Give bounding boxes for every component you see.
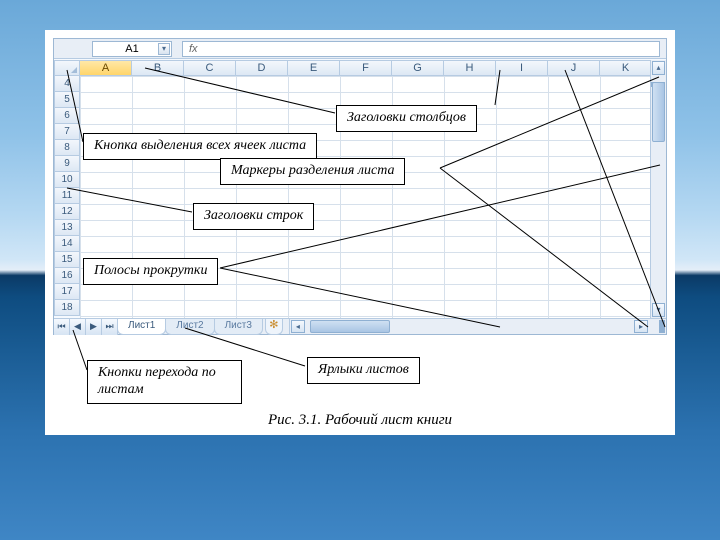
horizontal-scrollbar[interactable]: ◂ ▸ [289, 319, 666, 334]
nav-prev-icon[interactable]: ◀ [70, 319, 86, 335]
row-header[interactable]: 7 [54, 124, 80, 140]
row-header[interactable]: 13 [54, 220, 80, 236]
sheet-nav-buttons: ⏮ ◀ ▶ ⏭ [54, 319, 118, 334]
nav-next-icon[interactable]: ▶ [86, 319, 102, 335]
sheet-tab[interactable]: Лист3 [214, 319, 263, 335]
callout-column-headers: Заголовки столбцов [336, 105, 477, 132]
formula-bar-row: A1 ▾ fx [54, 39, 666, 59]
diagram-page: A1 ▾ fx A B C D E F G H I J K [45, 30, 675, 435]
nav-last-icon[interactable]: ⏭ [102, 319, 118, 335]
scroll-down-icon[interactable]: ▾ [652, 303, 665, 317]
column-header[interactable]: K [600, 60, 652, 76]
nav-first-icon[interactable]: ⏮ [54, 319, 70, 335]
chevron-down-icon[interactable]: ▾ [158, 43, 170, 55]
callout-nav-buttons: Кнопки перехода по листам [87, 360, 242, 404]
name-box-value: A1 [125, 43, 138, 55]
name-box[interactable]: A1 ▾ [92, 41, 172, 57]
row-header[interactable]: 14 [54, 236, 80, 252]
row-header[interactable]: 18 [54, 300, 80, 316]
row-header[interactable]: 12 [54, 204, 80, 220]
column-header[interactable]: D [236, 60, 288, 76]
column-header-row: A B C D E F G H I J K [54, 60, 666, 76]
column-header[interactable]: F [340, 60, 392, 76]
column-header[interactable]: H [444, 60, 496, 76]
bottom-bar: ⏮ ◀ ▶ ⏭ Лист1 Лист2 Лист3 ✻ ◂ ▸ [54, 318, 666, 334]
figure-caption: Рис. 3.1. Рабочий лист книги [45, 412, 675, 429]
scroll-up-icon[interactable]: ▴ [652, 61, 665, 75]
spreadsheet-window: A1 ▾ fx A B C D E F G H I J K [53, 38, 667, 335]
callout-sheet-tabs: Ярлыки листов [307, 357, 420, 384]
callout-split-markers: Маркеры разделения листа [220, 158, 405, 185]
split-marker-horizontal[interactable] [659, 320, 665, 333]
row-header[interactable]: 4 [54, 76, 80, 92]
insert-sheet-icon[interactable]: ✻ [265, 319, 283, 335]
column-header[interactable]: E [288, 60, 340, 76]
row-header[interactable]: 11 [54, 188, 80, 204]
scroll-right-icon[interactable]: ▸ [634, 320, 648, 333]
column-header[interactable]: A [80, 60, 132, 76]
row-header[interactable]: 6 [54, 108, 80, 124]
sheet-tab-active[interactable]: Лист1 [117, 319, 166, 335]
callout-select-all: Кнопка выделения всех ячеек листа [83, 133, 317, 160]
row-header[interactable]: 15 [54, 252, 80, 268]
row-header[interactable]: 9 [54, 156, 80, 172]
row-header[interactable]: 5 [54, 92, 80, 108]
column-header[interactable]: C [184, 60, 236, 76]
row-header[interactable]: 8 [54, 140, 80, 156]
select-all-button[interactable] [54, 60, 80, 76]
column-header[interactable]: G [392, 60, 444, 76]
row-header-column: 4 5 6 7 8 9 10 11 12 13 14 15 16 17 18 [54, 76, 80, 318]
fx-icon[interactable]: fx [183, 43, 204, 55]
row-header[interactable]: 10 [54, 172, 80, 188]
vscroll-thumb[interactable] [652, 82, 665, 142]
vertical-scrollbar[interactable]: ▴ ▾ [650, 60, 666, 318]
callout-scrollbars: Полосы прокрутки [83, 258, 218, 285]
hscroll-thumb[interactable] [310, 320, 390, 333]
sheet-tab[interactable]: Лист2 [165, 319, 214, 335]
row-header[interactable]: 16 [54, 268, 80, 284]
scroll-left-icon[interactable]: ◂ [291, 320, 305, 333]
callout-row-headers: Заголовки строк [193, 203, 314, 230]
column-header[interactable]: I [496, 60, 548, 76]
column-header[interactable]: J [548, 60, 600, 76]
column-header[interactable]: B [132, 60, 184, 76]
row-header[interactable]: 17 [54, 284, 80, 300]
formula-bar[interactable]: fx [182, 41, 660, 57]
